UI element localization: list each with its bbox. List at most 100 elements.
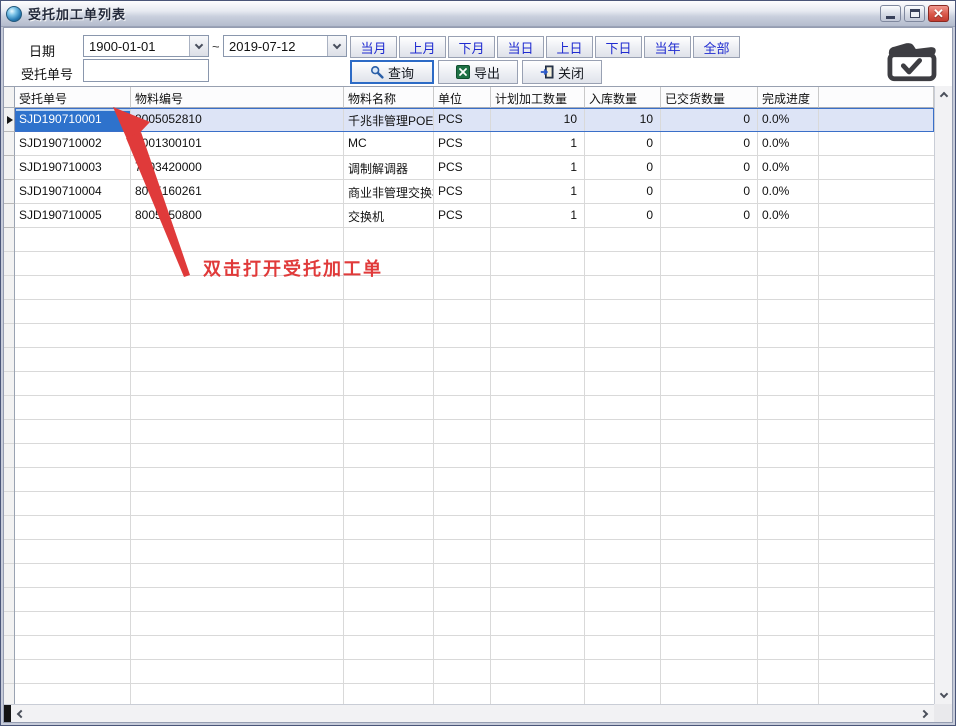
scroll-left-button[interactable] [11,705,28,722]
quick-filter-row: 当月 上月 下月 当日 上日 下日 当年 全部 [350,36,740,58]
cell-inbound-qty[interactable]: 0 [585,132,661,156]
date-to-value: 2019-07-12 [224,36,327,56]
close-button[interactable]: ✕ [928,5,949,22]
previous-day-button[interactable]: 上日 [546,36,593,58]
chevron-left-icon [17,709,25,717]
table-row[interactable]: SJD190710004 8005160261 商业非管理交换机 PCS 1 0… [4,180,934,204]
cell-order-no[interactable]: SJD190710001 [15,108,131,132]
cell-unit[interactable]: PCS [434,156,491,180]
order-no-label: 受托单号 [21,64,73,83]
table-row[interactable]: SJD190710003 7003420000 调制解调器 PCS 1 0 0 … [4,156,934,180]
cell-inbound-qty[interactable]: 0 [585,180,661,204]
cell-planned-qty[interactable]: 10 [491,108,585,132]
all-button[interactable]: 全部 [693,36,740,58]
cell-material-name[interactable]: MC [344,132,434,156]
cell-material-no[interactable]: 7001300101 [131,132,344,156]
cell-material-name[interactable]: 交换机 [344,204,434,228]
column-header-order-no[interactable]: 受托单号 [15,87,131,108]
cell-inbound-qty[interactable]: 0 [585,156,661,180]
close-action-button-label: 关闭 [558,63,584,82]
cell-planned-qty[interactable]: 1 [491,156,585,180]
folder-check-icon[interactable] [882,38,940,84]
cell-material-no[interactable]: 7003420000 [131,156,344,180]
cell-order-no[interactable]: SJD190710004 [15,180,131,204]
cell-delivered-qty[interactable]: 0 [661,108,758,132]
column-header-inbound-qty[interactable]: 入库数量 [585,87,661,108]
cell-order-no[interactable]: SJD190710005 [15,204,131,228]
cell-order-no[interactable]: SJD190710002 [15,132,131,156]
orders-table: 受托单号 物料编号 物料名称 单位 计划加工数量 入库数量 已交货数量 完成进度… [4,86,934,704]
table-row[interactable]: SJD190710002 7001300101 MC PCS 1 0 0 0.0… [4,132,934,156]
scrollbar-corner [934,704,952,722]
close-action-button[interactable]: 关闭 [522,60,602,84]
cell-planned-qty[interactable]: 1 [491,204,585,228]
cell-delivered-qty[interactable]: 0 [661,204,758,228]
column-header-planned-qty[interactable]: 计划加工数量 [491,87,585,108]
cell-material-no[interactable]: 8005160261 [131,180,344,204]
cell-order-no[interactable]: SJD190710003 [15,156,131,180]
cell-material-name[interactable]: 调制解调器 [344,156,434,180]
cell-progress[interactable]: 0.0% [758,156,819,180]
cell-planned-qty[interactable]: 1 [491,132,585,156]
cell-material-name[interactable]: 千兆非管理POE [344,108,434,132]
cell-unit[interactable]: PCS [434,204,491,228]
cell-filler [819,108,934,132]
row-indicator [4,180,15,204]
scroll-up-button[interactable] [935,86,952,103]
search-icon [370,65,384,79]
query-button[interactable]: 查询 [350,60,434,84]
current-year-button[interactable]: 当年 [644,36,691,58]
column-header-material-no[interactable]: 物料编号 [131,87,344,108]
cell-progress[interactable]: 0.0% [758,132,819,156]
cell-delivered-qty[interactable]: 0 [661,180,758,204]
vertical-scrollbar[interactable] [934,86,952,704]
current-day-button[interactable]: 当日 [497,36,544,58]
column-header-progress[interactable]: 完成进度 [758,87,819,108]
grid-empty-area [4,228,934,704]
next-day-button[interactable]: 下日 [595,36,642,58]
maximize-button[interactable] [904,5,925,22]
cell-material-name[interactable]: 商业非管理交换机 [344,180,434,204]
cell-progress[interactable]: 0.0% [758,108,819,132]
date-to-combo[interactable]: 2019-07-12 [223,35,347,57]
table-row[interactable]: SJD190710005 8005350800 交换机 PCS 1 0 0 0.… [4,204,934,228]
table-row[interactable]: SJD190710001 8005052810 千兆非管理POE PCS 10 … [4,108,934,132]
cell-filler [819,180,934,204]
cell-progress[interactable]: 0.0% [758,204,819,228]
horizontal-scroll-track[interactable] [28,705,917,722]
window: 受托加工单列表 ✕ 日期 1900-01-01 ~ 2019-07-12 受托单… [0,0,956,726]
export-button[interactable]: 导出 [438,60,518,84]
minimize-button[interactable] [880,5,901,22]
column-header-unit[interactable]: 单位 [434,87,491,108]
cell-unit[interactable]: PCS [434,180,491,204]
date-to-dropdown-button[interactable] [327,36,346,56]
cell-planned-qty[interactable]: 1 [491,180,585,204]
date-label: 日期 [29,41,55,60]
cell-unit[interactable]: PCS [434,132,491,156]
column-header-delivered-qty[interactable]: 已交货数量 [661,87,758,108]
scrollbar-end-block [4,705,11,722]
previous-month-button[interactable]: 上月 [399,36,446,58]
cell-delivered-qty[interactable]: 0 [661,132,758,156]
cell-inbound-qty[interactable]: 0 [585,204,661,228]
exit-door-icon [540,65,554,79]
date-from-combo[interactable]: 1900-01-01 [83,35,209,57]
cell-unit[interactable]: PCS [434,108,491,132]
horizontal-scrollbar[interactable] [4,704,934,722]
cell-material-no[interactable]: 8005350800 [131,204,344,228]
cell-inbound-qty[interactable]: 10 [585,108,661,132]
date-from-dropdown-button[interactable] [189,36,208,56]
table-header-row: 受托单号 物料编号 物料名称 单位 计划加工数量 入库数量 已交货数量 完成进度 [4,87,934,108]
order-no-input[interactable] [83,59,209,82]
maximize-icon [910,9,920,18]
minimize-icon [886,16,895,19]
cell-progress[interactable]: 0.0% [758,180,819,204]
cell-material-no[interactable]: 8005052810 [131,108,344,132]
current-month-button[interactable]: 当月 [350,36,397,58]
filter-panel: 日期 1900-01-01 ~ 2019-07-12 受托单号 当月 上月 下月… [4,28,952,86]
scroll-down-button[interactable] [935,687,952,704]
cell-delivered-qty[interactable]: 0 [661,156,758,180]
next-month-button[interactable]: 下月 [448,36,495,58]
scroll-right-button[interactable] [917,705,934,722]
column-header-material-name[interactable]: 物料名称 [344,87,434,108]
